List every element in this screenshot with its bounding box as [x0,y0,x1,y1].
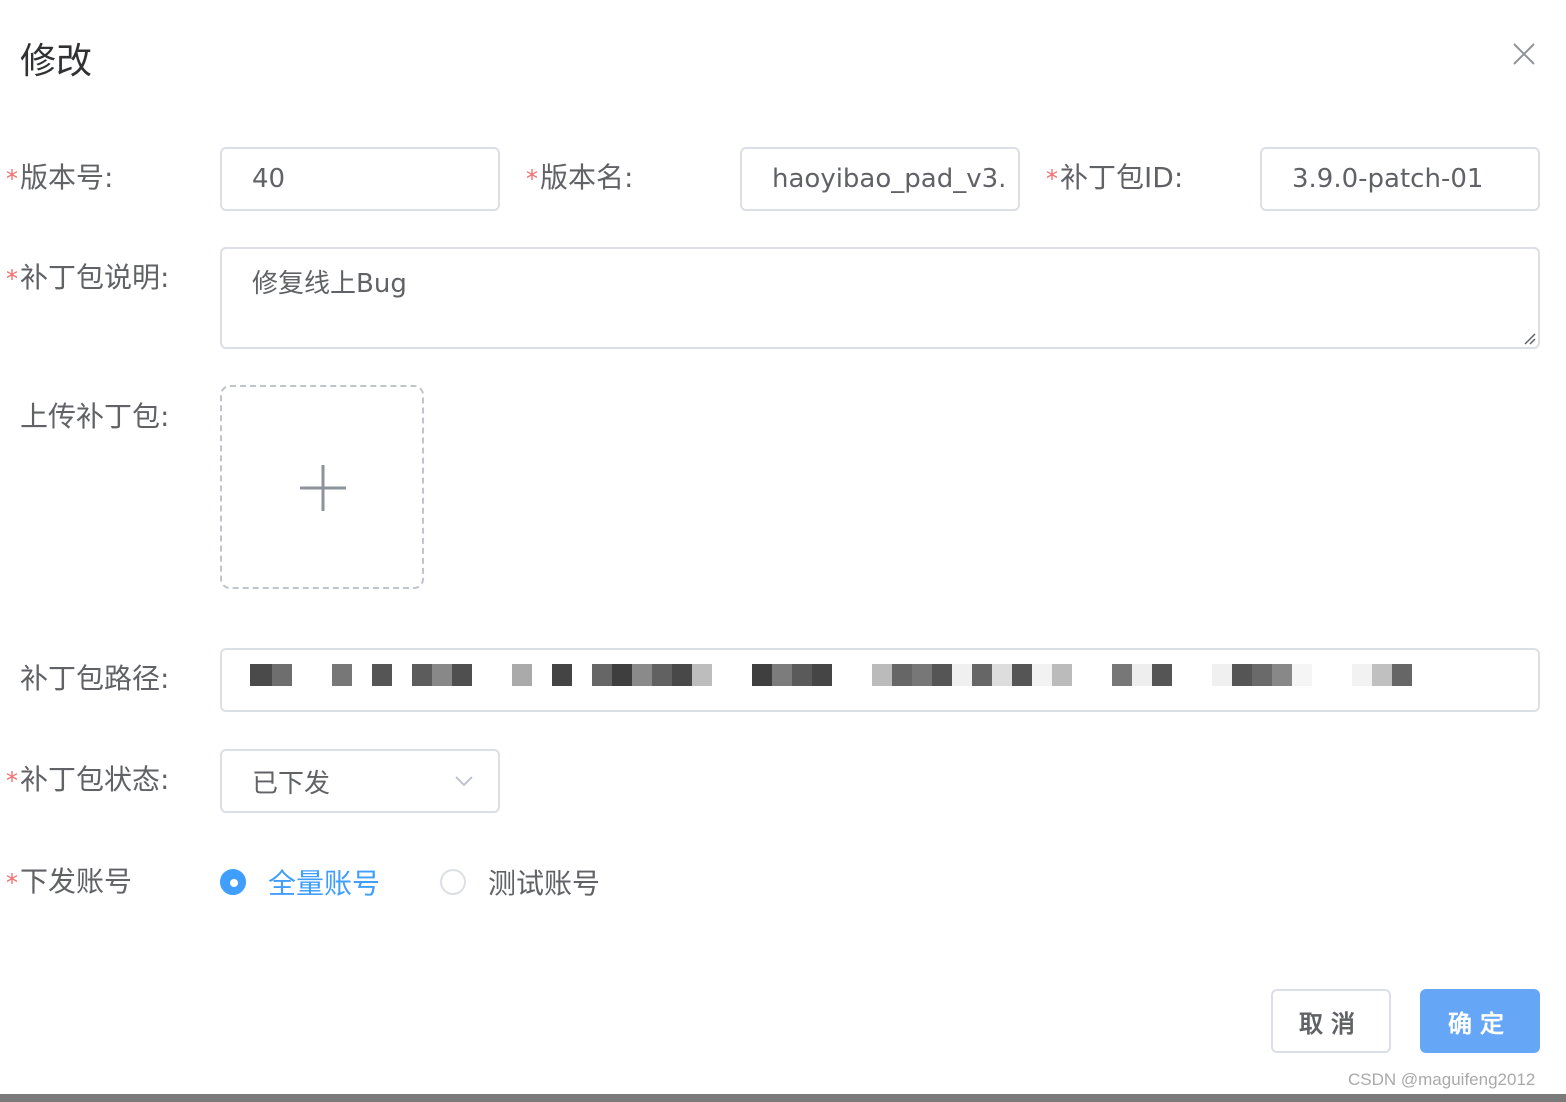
chevron-down-icon [455,776,473,787]
patch-path-label: 补丁包路径: [20,662,170,695]
radio-test-accounts[interactable]: 测试账号 [440,862,600,902]
patch-id-label: *补丁包ID: [1046,161,1184,194]
required-mark: * [526,165,538,193]
upload-label: 上传补丁包: [20,400,170,433]
radio-label: 全量账号 [268,867,381,900]
plus-icon [300,465,346,511]
patch-id-input[interactable]: 3.9.0-patch-01 [1260,147,1540,211]
redacted-path [250,664,1430,686]
bottom-bar [0,1094,1566,1102]
required-mark: * [6,165,18,193]
confirm-button[interactable]: 确定 [1420,989,1540,1053]
patch-desc-textarea[interactable]: 修复线上Bug [220,247,1540,349]
version-code-input[interactable]: 40 [220,147,500,211]
patch-status-select[interactable]: 已下发 [220,749,500,813]
radio-circle[interactable] [440,869,466,895]
required-mark: * [6,869,18,897]
version-name-input[interactable]: haoyibao_pad_v3. [740,147,1020,211]
radio-label: 测试账号 [488,867,601,900]
version-name-label: *版本名: [526,161,634,194]
resize-handle-icon[interactable] [1522,331,1536,345]
radio-circle[interactable] [220,869,246,895]
accounts-label: *下发账号 [6,865,133,898]
version-code-label: *版本号: [6,161,114,194]
cancel-button[interactable]: 取消 [1271,989,1391,1053]
dialog-title: 修改 [20,41,93,82]
watermark: CSDN @maguifeng2012 [1348,1070,1536,1089]
close-icon[interactable] [1508,38,1540,70]
radio-all-accounts[interactable]: 全量账号 [220,862,380,902]
patch-desc-label: *补丁包说明: [6,261,170,294]
required-mark: * [6,767,18,795]
required-mark: * [1046,165,1058,193]
edit-dialog: 修改 *版本号: 40 *版本名: haoyibao_pad_v3. *补丁包I… [0,0,1566,1102]
upload-box[interactable] [220,385,424,589]
patch-status-label: *补丁包状态: [6,763,170,796]
required-mark: * [6,265,18,293]
